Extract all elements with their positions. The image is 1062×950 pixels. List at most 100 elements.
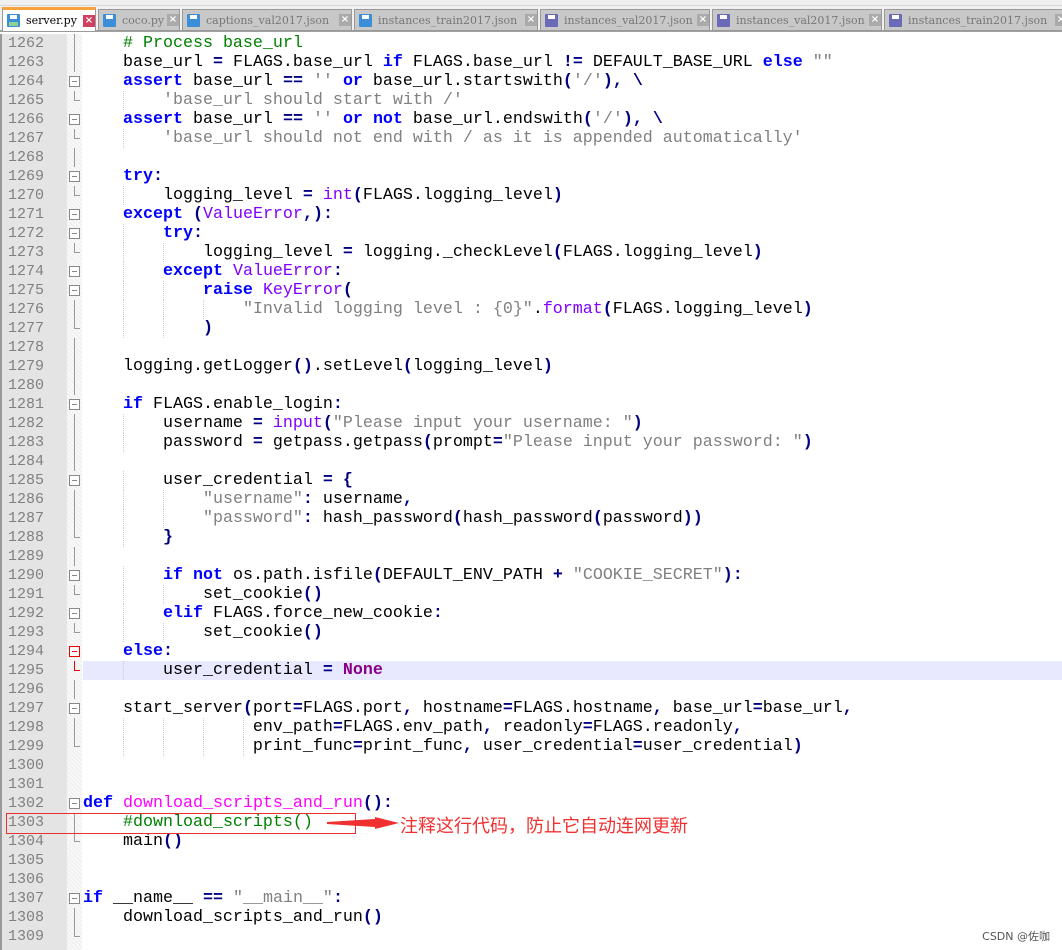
code-line[interactable]: 1273 logging_level = logging._checkLevel… [0, 243, 1062, 262]
code-line[interactable]: 1265 'base_url should start with /' [0, 91, 1062, 110]
code-line[interactable]: 1296 [0, 680, 1062, 699]
code-line[interactable]: 1308 download_scripts_and_run() [0, 908, 1062, 927]
fold-toggle-icon[interactable] [69, 266, 80, 277]
code-line[interactable]: 1279 logging.getLogger().setLevel(loggin… [0, 357, 1062, 376]
code-line[interactable]: 1290 if not os.path.isfile(DEFAULT_ENV_P… [0, 566, 1062, 585]
annotation-text: 注释这行代码，防止它自动连网更新 [400, 816, 688, 837]
code-text: user_credential = { [83, 471, 353, 490]
close-tab-icon[interactable]: × [869, 14, 881, 26]
fold-line [74, 34, 75, 53]
tab-coco-py[interactable]: coco.py × [98, 9, 180, 31]
code-line[interactable]: 1278 [0, 338, 1062, 357]
code-line[interactable]: 1305 [0, 851, 1062, 870]
fold-toggle-icon[interactable] [69, 114, 80, 125]
code-text: elif FLAGS.force_new_cookie: [162, 604, 443, 623]
code-text: else: [122, 642, 173, 661]
tab-server-py[interactable]: server.py × [2, 7, 96, 32]
close-tab-icon[interactable]: × [697, 14, 709, 26]
code-text: set_cookie() [83, 585, 323, 604]
fold-line [74, 509, 75, 528]
code-line[interactable]: 1295 user_credential = None [0, 661, 1062, 680]
fold-toggle-icon[interactable] [69, 570, 80, 581]
code-line[interactable]: 1292 elif FLAGS.force_new_cookie: [0, 604, 1062, 623]
fold-toggle-icon[interactable] [69, 171, 80, 182]
code-line[interactable]: 1309 [0, 927, 1062, 946]
code-text: "password": hash_password(hash_password(… [202, 509, 703, 528]
close-tab-icon[interactable]: × [1055, 14, 1062, 26]
code-line[interactable]: 1287 "password": hash_password(hash_pass… [0, 509, 1062, 528]
code-line[interactable]: 1300 [0, 756, 1062, 775]
fold-end-marker [74, 129, 80, 139]
code-line[interactable]: 1281 if FLAGS.enable_login: [0, 395, 1062, 414]
code-line[interactable]: 1284 [0, 452, 1062, 471]
fold-toggle-icon[interactable] [69, 646, 80, 657]
code-line[interactable]: 1275 raise KeyError( [0, 281, 1062, 300]
close-tab-icon[interactable]: × [167, 14, 179, 26]
code-line[interactable]: 1267 'base_url should not end with / as … [0, 129, 1062, 148]
code-line[interactable]: 1264 assert base_url == '' or base_url.s… [0, 72, 1062, 91]
fold-toggle-icon[interactable] [69, 399, 80, 410]
close-tab-icon[interactable]: × [525, 14, 537, 26]
line-number: 1291 [8, 586, 45, 603]
code-line[interactable]: 1291 set_cookie() [0, 585, 1062, 604]
line-number: 1264 [8, 73, 45, 90]
tab-instances_val2017-json[interactable]: instances_val2017.json × [712, 9, 882, 31]
code-text: assert base_url == '' or base_url.starts… [122, 72, 643, 91]
code-line[interactable]: 1269 try: [0, 167, 1062, 186]
code-line[interactable]: 1307 if __name__ == "__main__": [0, 889, 1062, 908]
fold-toggle-icon[interactable] [69, 285, 80, 296]
code-line[interactable]: 1299 print_func=print_func, user_credent… [0, 737, 1062, 756]
code-line[interactable]: 1270 logging_level = int(FLAGS.logging_l… [0, 186, 1062, 205]
save-disk-icon [187, 13, 200, 27]
code-line[interactable]: 1285 user_credential = { [0, 471, 1062, 490]
code-text: user_credential = None [83, 661, 383, 680]
code-line[interactable]: 1282 username = input("Please input your… [0, 414, 1062, 433]
code-line[interactable]: 1297 start_server(port=FLAGS.port, hostn… [0, 699, 1062, 718]
line-number: 1306 [8, 871, 45, 888]
save-disk-icon [7, 14, 20, 27]
code-line[interactable]: 1272 try: [0, 224, 1062, 243]
code-line[interactable]: 1298 env_path=FLAGS.env_path, readonly=F… [0, 718, 1062, 737]
code-line[interactable]: 1271 except (ValueError,): [0, 205, 1062, 224]
code-line[interactable]: 1263 base_url = FLAGS.base_url if FLAGS.… [0, 53, 1062, 72]
code-text: start_server(port=FLAGS.port, hostname=F… [83, 699, 853, 718]
code-line[interactable]: 1262 # Process base_url [0, 34, 1062, 53]
fold-line [74, 376, 75, 395]
code-line[interactable]: 1306 [0, 870, 1062, 889]
code-text: if __name__ == "__main__": [83, 889, 343, 908]
code-line[interactable]: 1302 def download_scripts_and_run(): [0, 794, 1062, 813]
fold-toggle-icon[interactable] [69, 76, 80, 87]
tab-instances_train2017-json[interactable]: instances_train2017.json × [884, 9, 1062, 31]
code-line[interactable]: 1274 except ValueError: [0, 262, 1062, 281]
tab-instances_train2017-json[interactable]: instances_train2017.json × [354, 9, 538, 31]
code-line[interactable]: 1289 [0, 547, 1062, 566]
code-text: 'base_url should not end with / as it is… [162, 129, 803, 148]
line-number: 1305 [8, 852, 45, 869]
tab-instances_val2017-json[interactable]: instances_val2017.json × [540, 9, 710, 31]
code-line[interactable]: 1288 } [0, 528, 1062, 547]
fold-end-marker [74, 623, 80, 633]
line-number: 1280 [8, 377, 45, 394]
code-line[interactable]: 1266 assert base_url == '' or not base_u… [0, 110, 1062, 129]
code-line[interactable]: 1268 [0, 148, 1062, 167]
tab-captions_val2017-json[interactable]: captions_val2017.json × [182, 9, 352, 31]
fold-toggle-icon[interactable] [69, 893, 80, 904]
fold-toggle-icon[interactable] [69, 228, 80, 239]
close-tab-icon[interactable]: × [339, 14, 351, 26]
fold-toggle-icon[interactable] [69, 209, 80, 220]
fold-line [74, 433, 75, 452]
annotation-arrow-icon [327, 817, 399, 829]
code-line[interactable]: 1277 ) [0, 319, 1062, 338]
fold-toggle-icon[interactable] [69, 608, 80, 619]
fold-toggle-icon[interactable] [69, 475, 80, 486]
fold-toggle-icon[interactable] [69, 703, 80, 714]
fold-toggle-icon[interactable] [69, 798, 80, 809]
code-line[interactable]: 1294 else: [0, 642, 1062, 661]
code-line[interactable]: 1293 set_cookie() [0, 623, 1062, 642]
close-tab-icon[interactable]: × [83, 14, 95, 27]
code-line[interactable]: 1280 [0, 376, 1062, 395]
code-line[interactable]: 1286 "username": username, [0, 490, 1062, 509]
code-line[interactable]: 1283 password = getpass.getpass(prompt="… [0, 433, 1062, 452]
code-line[interactable]: 1301 [0, 775, 1062, 794]
code-line[interactable]: 1276 "Invalid logging level : {0}".forma… [0, 300, 1062, 319]
